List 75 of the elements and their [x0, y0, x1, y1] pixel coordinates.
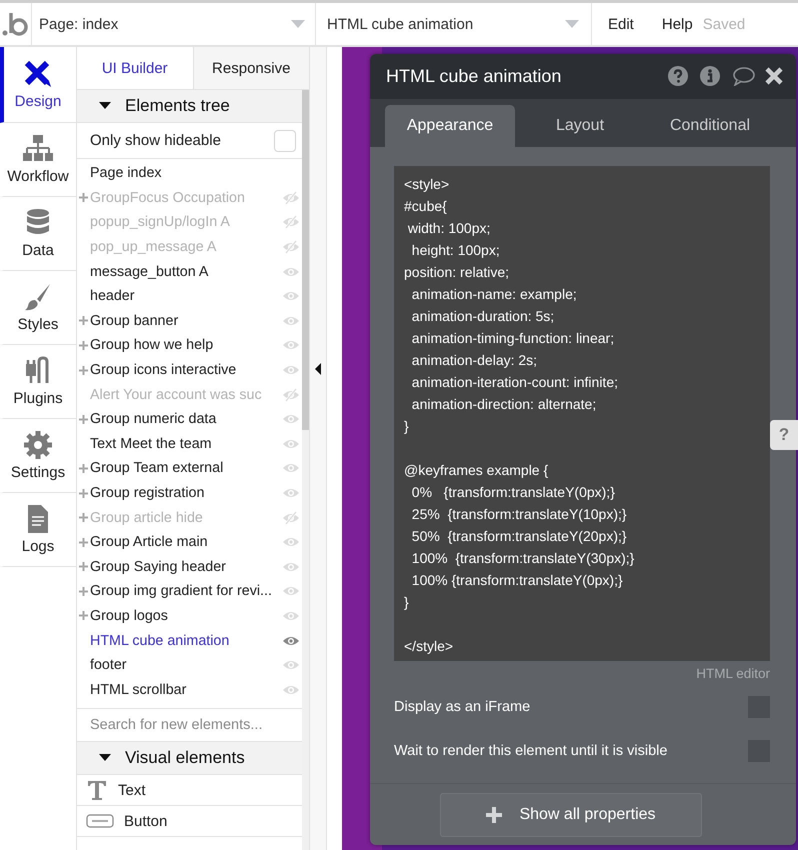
- editor-caption: HTML editor: [695, 665, 770, 684]
- show-all-properties-button[interactable]: Show all properties: [440, 792, 702, 837]
- plus-icon: [485, 806, 504, 824]
- panel-title: HTML cube animation: [386, 66, 562, 87]
- hidden-eye-icon[interactable]: [282, 215, 300, 230]
- scrollbar-thumb[interactable]: [302, 90, 309, 430]
- checkbox[interactable]: [274, 130, 296, 152]
- tree-item[interactable]: Group how we help: [90, 337, 282, 354]
- element-palette-item[interactable]: Text: [77, 775, 302, 806]
- tree-item[interactable]: Page index: [90, 165, 300, 182]
- filter-label: Only show hideable: [90, 132, 221, 149]
- menu-item[interactable]: Edit: [608, 16, 634, 32]
- logo[interactable]: [0, 3, 32, 45]
- expand-plus-icon[interactable]: [79, 586, 88, 596]
- tree-item[interactable]: Group img gradient for revi...: [90, 583, 282, 600]
- expand-plus-icon[interactable]: [79, 488, 88, 498]
- tree-item[interactable]: HTML scrollbar: [90, 682, 282, 698]
- tree-item[interactable]: Group logos: [90, 608, 282, 624]
- element-dropdown[interactable]: HTML cube animation: [316, 3, 592, 45]
- save-status: Saved: [702, 16, 746, 32]
- tab[interactable]: Layout: [515, 105, 645, 148]
- hidden-eye-icon[interactable]: [282, 388, 300, 402]
- section-header[interactable]: Visual elements: [77, 742, 302, 776]
- text-icon: [86, 779, 108, 802]
- expand-caret-icon[interactable]: [99, 102, 111, 110]
- tab[interactable]: Appearance: [385, 105, 515, 148]
- workflow-icon: [23, 134, 53, 164]
- element-palette-item[interactable]: Button: [77, 806, 302, 838]
- settings-icon: [23, 430, 53, 460]
- button-icon: [86, 814, 114, 828]
- expand-plus-icon[interactable]: [79, 193, 88, 202]
- tab[interactable]: Responsive: [192, 47, 309, 89]
- comment-icon[interactable]: [732, 66, 756, 86]
- sidebar-tab[interactable]: Workflow: [0, 123, 76, 197]
- expand-plus-icon[interactable]: [79, 562, 88, 572]
- expand-plus-icon[interactable]: [79, 340, 88, 350]
- sidebar-tab[interactable]: Data: [0, 197, 76, 271]
- expand-plus-icon[interactable]: [79, 414, 88, 424]
- expand-plus-icon[interactable]: [79, 611, 88, 620]
- sidebar-tab[interactable]: Logs: [0, 493, 76, 567]
- dropdown-caret-icon: [291, 20, 305, 28]
- hidden-eye-icon[interactable]: [282, 510, 300, 525]
- code-editor[interactable]: <style> #cube{ width: 100px; height: 100px; position: relative; animation-name: example; animation-duration: 5s; animation-timing-function: linear; animation-delay: 2s; animation-iteration-count: infinite; animation-direction: alternate; } @keyframes example { 0% {transform:translateY(0px);} 25% {transform:translateY(10px);} 50% {transform:translateY(20px);} 100% {transform:translateY(30px);} 100% {transform:translateY(0px);} } </style>: [394, 166, 770, 662]
- tab[interactable]: Conditional: [645, 105, 775, 148]
- tree-item[interactable]: Group Team external: [90, 460, 282, 476]
- tree-item[interactable]: message_button A: [90, 264, 282, 280]
- tree-item[interactable]: Text Meet the team: [90, 436, 282, 452]
- tree-item[interactable]: Group registration: [90, 485, 282, 502]
- tree-item[interactable]: Group numeric data: [90, 411, 282, 428]
- option-label: Display as an iFrame: [394, 699, 530, 716]
- dropdown-caret-icon: [565, 20, 579, 28]
- expand-plus-icon[interactable]: [79, 538, 88, 547]
- tree-item[interactable]: Group Article main: [90, 534, 282, 550]
- expand-plus-icon[interactable]: [79, 366, 88, 375]
- menu-item[interactable]: Help: [662, 16, 693, 32]
- page-dropdown[interactable]: Page: index: [32, 3, 316, 45]
- expand-plus-icon[interactable]: [79, 464, 88, 473]
- design-icon: [23, 59, 53, 89]
- tree-item[interactable]: HTML cube animation: [90, 632, 282, 649]
- tree-item[interactable]: Group banner: [90, 312, 282, 329]
- tree-item[interactable]: Group Saying header: [90, 558, 282, 575]
- option-label: Wait to render this element until it is visible: [394, 743, 668, 760]
- section-header[interactable]: Elements tree: [77, 90, 302, 123]
- tree-item[interactable]: footer: [90, 657, 282, 674]
- sidebar-tab[interactable]: Settings: [0, 419, 76, 493]
- expand-plus-icon[interactable]: [79, 513, 88, 522]
- tree-item[interactable]: header: [90, 288, 282, 304]
- tree-item[interactable]: Group icons interactive: [90, 362, 282, 378]
- sidebar-tab[interactable]: Styles: [0, 271, 76, 345]
- sidebar-tab[interactable]: Plugins: [0, 345, 76, 419]
- hidden-eye-icon[interactable]: [282, 240, 300, 254]
- hidden-eye-icon[interactable]: [282, 190, 300, 205]
- expand-caret-icon[interactable]: [99, 754, 111, 762]
- collapse-icon[interactable]: [315, 362, 321, 374]
- expand-plus-icon[interactable]: [79, 316, 88, 326]
